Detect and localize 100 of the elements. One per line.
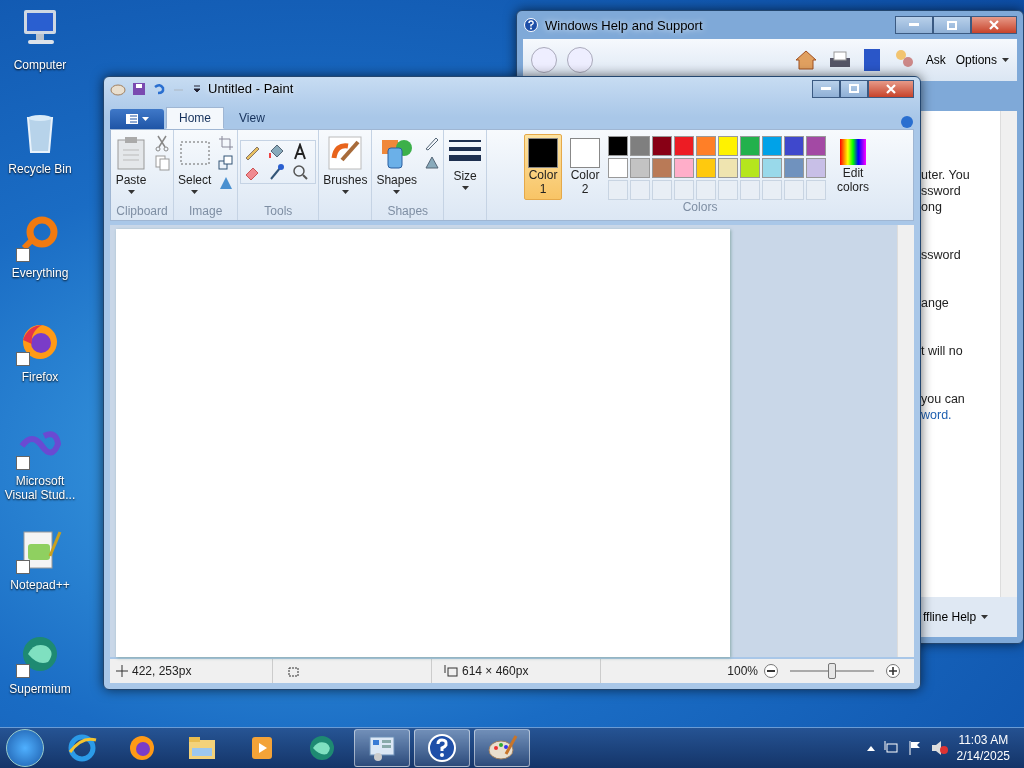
minimize-button[interactable]	[812, 79, 840, 98]
paint-menu-button[interactable]	[110, 108, 164, 129]
palette-swatch[interactable]	[740, 135, 761, 156]
palette-swatch[interactable]	[762, 157, 783, 178]
close-button[interactable]	[868, 79, 914, 98]
palette-swatch[interactable]	[630, 157, 651, 178]
close-button[interactable]	[971, 16, 1017, 34]
palette-swatch[interactable]	[674, 157, 695, 178]
desktop-icon-label[interactable]: Notepad++	[1, 578, 79, 592]
brushes-button[interactable]: Brushes	[321, 133, 370, 196]
palette-swatch[interactable]	[762, 135, 783, 156]
taskbar-button[interactable]	[474, 729, 530, 767]
ribbon-tab[interactable]: View	[226, 106, 278, 129]
zoom-slider-thumb[interactable]	[828, 663, 836, 680]
palette-swatch[interactable]	[718, 135, 739, 156]
size-button[interactable]: Size	[446, 133, 485, 192]
fill-bucket-icon[interactable]	[267, 142, 286, 161]
maximize-icon	[947, 20, 957, 30]
select-button[interactable]: Select	[176, 133, 214, 196]
color-slot-button[interactable]: Color 2	[566, 133, 605, 200]
undo-icon[interactable]	[152, 81, 166, 96]
color-slot-button[interactable]: Color 1	[524, 133, 563, 200]
zoom-level: 100%	[727, 664, 758, 679]
group-label: Image	[189, 204, 223, 219]
zoom-out-button[interactable]	[764, 664, 778, 679]
browser-e-icon	[66, 732, 98, 764]
magnifier-icon[interactable]	[291, 162, 310, 181]
ask-button[interactable]: Ask	[925, 53, 946, 67]
resize-icon[interactable]	[217, 153, 236, 172]
caret-icon	[393, 189, 401, 194]
palette-swatch[interactable]	[630, 135, 651, 156]
save-icon[interactable]	[132, 81, 146, 96]
minimize-button[interactable]	[895, 16, 933, 34]
minimize-icon	[909, 23, 919, 27]
taskbar-button[interactable]	[354, 729, 410, 767]
close-icon	[989, 20, 999, 30]
minimize-icon	[821, 86, 831, 91]
selection-size-icon	[285, 665, 299, 678]
speaker-muted-icon[interactable]	[930, 740, 949, 756]
palette-swatch[interactable]	[806, 157, 827, 178]
palette-swatch[interactable]	[608, 135, 629, 156]
palette-swatch[interactable]	[652, 157, 673, 178]
caret-icon	[341, 189, 349, 194]
palette-swatch[interactable]	[696, 135, 717, 156]
home-icon[interactable]	[793, 48, 818, 72]
edit-colors-button[interactable]: Edit colors	[830, 133, 877, 198]
paste-button[interactable]: Paste	[113, 133, 149, 196]
help-paragraph: ange	[921, 295, 950, 311]
image-size: 614 × 460px	[462, 664, 529, 679]
help-paragraph: uter. You ssword ong	[921, 167, 971, 215]
group-label: Shapes	[387, 204, 429, 219]
desktop-icon-label[interactable]: Microsoft Visual Stud...	[1, 474, 79, 502]
scrollbar[interactable]	[1000, 111, 1017, 597]
palette-swatch[interactable]	[806, 135, 827, 156]
desktop-icon-label[interactable]: Supermium	[1, 682, 79, 696]
offline-help-menu[interactable]: ffline Help	[923, 610, 989, 624]
palette-swatch[interactable]	[718, 157, 739, 178]
palette-swatch[interactable]	[784, 135, 805, 156]
color-picker-icon[interactable]	[267, 162, 286, 181]
help-paragraph: you can word.	[921, 391, 966, 423]
help-icon[interactable]	[900, 114, 914, 129]
help-icon	[523, 17, 539, 33]
options-menu[interactable]: Options	[955, 53, 1009, 67]
palette-swatch[interactable]	[784, 157, 805, 178]
taskbar-button[interactable]	[414, 729, 470, 767]
zoom-in-button[interactable]	[886, 664, 900, 679]
maximize-button[interactable]	[933, 16, 971, 34]
palette-swatch[interactable]	[652, 135, 673, 156]
crop-icon[interactable]	[217, 133, 236, 152]
network-icon[interactable]	[882, 740, 899, 756]
color-spectrum-icon	[839, 137, 868, 166]
dropdown-icon[interactable]	[192, 83, 202, 94]
flag-icon[interactable]	[906, 740, 923, 756]
palette-swatch[interactable]	[674, 135, 695, 156]
shapes-button[interactable]: Shapes	[374, 133, 420, 196]
palette-swatch[interactable]	[696, 157, 717, 178]
caret-icon	[981, 615, 989, 619]
help-link[interactable]: word.	[921, 408, 952, 422]
maximize-button[interactable]	[840, 79, 868, 98]
minus-icon	[767, 670, 775, 673]
start-button[interactable]	[6, 729, 44, 767]
scissors-icon[interactable]	[153, 133, 171, 152]
clock[interactable]: 11:03 AM 2/14/2025	[956, 732, 1010, 764]
scrollbar[interactable]	[897, 225, 914, 658]
show-hidden-icons-button[interactable]	[866, 745, 875, 751]
desktop-icon-label[interactable]: Computer	[1, 58, 79, 72]
group-label: Colors	[682, 199, 718, 214]
ribbon-tab[interactable]: Home	[166, 106, 224, 129]
help-paragraph: t will no	[921, 343, 964, 359]
desktop-icon-label[interactable]: Firefox	[1, 370, 79, 384]
book-icon[interactable]	[861, 48, 882, 72]
group-label: Tools	[264, 204, 293, 219]
close-icon	[886, 83, 896, 94]
palette-swatch[interactable]	[608, 157, 629, 178]
palette-swatch[interactable]	[740, 157, 761, 178]
group-label: Clipboard	[116, 204, 168, 219]
desktop-icon-label[interactable]: Recycle Bin	[1, 162, 79, 176]
desktop-icon-label[interactable]: Everything	[1, 266, 79, 280]
help-icon	[426, 732, 458, 764]
image-size-icon	[444, 665, 458, 678]
